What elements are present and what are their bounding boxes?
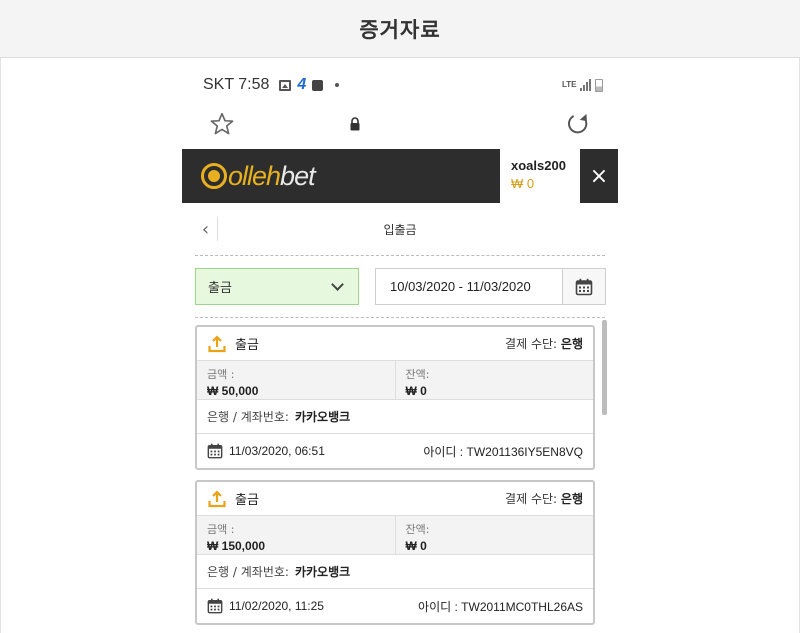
site-header: olleh bet xoals200 ₩ 0 × [182, 149, 618, 203]
date-range-input[interactable]: 10/03/2020 - 11/03/2020 [375, 268, 563, 305]
transaction-type-value: 출금 [208, 281, 232, 296]
transaction-type-select[interactable]: 출금 [195, 268, 359, 305]
upload-icon [208, 489, 226, 507]
evidence-header: 증거자료 [0, 0, 800, 58]
username: xoals200 [511, 158, 566, 173]
divider [195, 317, 605, 318]
balance-value: ₩ 0 [405, 384, 427, 398]
transaction-id: 아이디 : TW2011MC0THL26AS [418, 599, 583, 614]
date-picker-button[interactable] [562, 268, 606, 305]
transaction-datetime: 11/02/2020, 11:25 [229, 599, 324, 613]
bank-account-row: 은행 / 계좌번호: 카카오뱅크 [197, 400, 593, 434]
upload-icon [208, 334, 226, 352]
battery-icon [595, 78, 603, 92]
bank-account-row: 은행 / 계좌번호: 카카오뱅크 [197, 555, 593, 589]
amount-row: 금액 : ₩ 50,000 잔액: ₩ 0 [197, 361, 593, 400]
calendar-icon [207, 443, 223, 459]
calendar-icon [575, 278, 593, 295]
amount-value: ₩ 150,000 [207, 539, 266, 553]
close-button[interactable]: × [580, 149, 618, 203]
user-balance: ₩ 0 [511, 176, 535, 191]
chevron-down-icon [331, 277, 344, 291]
image-notification-icon [279, 79, 292, 91]
bank-name: 카카오뱅크 [294, 410, 351, 424]
logo-text-bet: bet [280, 160, 316, 191]
amount-row: 금액 : ₩ 150,000 잔액: ₩ 0 [197, 516, 593, 555]
bookmark-star-icon[interactable] [209, 111, 235, 137]
header-title: 증거자료 [359, 17, 441, 42]
page-nav: 입출금 ‹ [182, 212, 618, 246]
scrollbar[interactable] [602, 320, 607, 415]
page-title: 입출금 [383, 223, 417, 237]
calendar-icon [207, 598, 223, 614]
more-notifications-dot-icon [335, 83, 340, 87]
transaction-card: 출금 결제 수단: 은행 금액 : ₩ 150,000 잔액: ₩ 0 은행 /… [195, 480, 595, 625]
logo-text-olleh: olleh [228, 160, 281, 191]
back-button[interactable]: ‹ [194, 217, 218, 241]
amount-cell: 금액 : ₩ 50,000 [197, 361, 395, 399]
payment-method: 결제 수단: 은행 [505, 492, 583, 506]
reload-icon[interactable] [565, 111, 591, 137]
amount-value: ₩ 50,000 [207, 384, 259, 398]
transaction-card: 출금 결제 수단: 은행 금액 : ₩ 50,000 잔액: ₩ 0 은행 / … [195, 325, 595, 470]
card-header: 출금 결제 수단: 은행 [197, 482, 593, 516]
user-account-box[interactable]: xoals200 ₩ 0 [500, 149, 580, 203]
balance-cell: 잔액: ₩ 0 [394, 361, 593, 399]
balance-cell: 잔액: ₩ 0 [394, 516, 593, 554]
lock-icon [350, 117, 360, 131]
transaction-type: 출금 [235, 338, 259, 353]
shopping-bag-notification-icon [312, 79, 324, 91]
balance-value: ₩ 0 [405, 539, 427, 553]
carrier-time: SKT 7:58 [203, 76, 270, 93]
bank-name: 카카오뱅크 [294, 565, 351, 579]
browser-url-bar [203, 108, 603, 140]
transaction-datetime: 11/03/2020, 06:51 [229, 444, 325, 458]
transaction-type: 출금 [235, 493, 259, 508]
divider [195, 255, 605, 256]
app-4-notification-icon: 4 [297, 76, 307, 93]
ollehbet-logo[interactable]: olleh bet [201, 159, 316, 193]
amount-cell: 금액 : ₩ 150,000 [197, 516, 395, 554]
logo-ring-icon [201, 163, 227, 189]
transaction-footer: 11/02/2020, 11:25 아이디 : TW2011MC0THL26AS [197, 589, 593, 623]
phone-status-bar: SKT 7:58 4 LTE [203, 74, 603, 96]
lte-icon: LTE [562, 80, 577, 89]
transaction-id: 아이디 : TW201136IY5EN8VQ [423, 444, 583, 459]
signal-strength-icon [580, 79, 591, 91]
transaction-footer: 11/03/2020, 06:51 아이디 : TW201136IY5EN8VQ [197, 434, 593, 468]
card-header: 출금 결제 수단: 은행 [197, 327, 593, 361]
payment-method: 결제 수단: 은행 [505, 337, 583, 351]
